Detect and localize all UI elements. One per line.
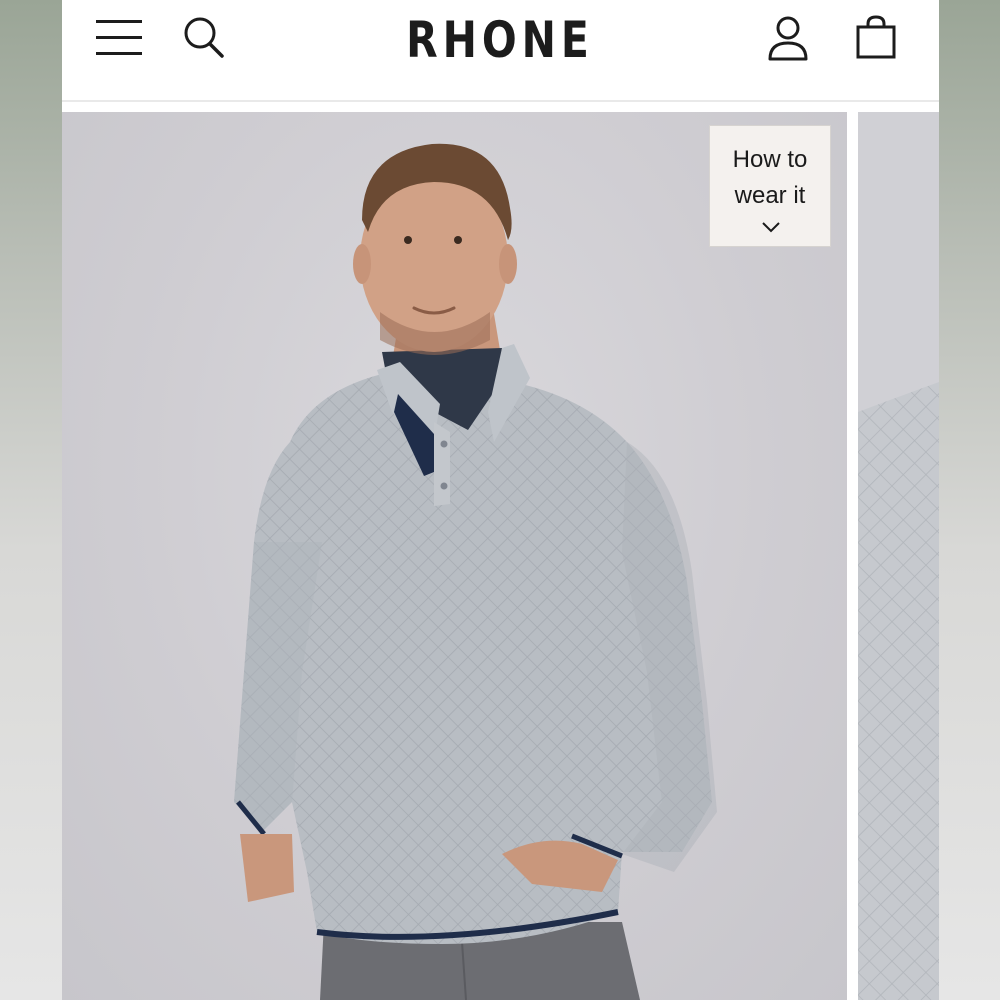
product-image-next[interactable] — [858, 112, 939, 1000]
top-navigation-bar: RHONE — [62, 0, 939, 100]
hamburger-menu-icon[interactable] — [96, 16, 142, 58]
product-image-gallery[interactable]: How to wear it — [62, 112, 939, 1000]
how-to-wear-it-button[interactable]: How to wear it — [709, 125, 831, 247]
brand-logo[interactable]: RHONE — [346, 8, 654, 72]
chevron-down-icon — [762, 222, 780, 233]
shopping-bag-icon[interactable] — [854, 14, 898, 60]
header-divider — [62, 100, 939, 102]
user-icon[interactable] — [766, 14, 810, 62]
fabric-detail-photo — [858, 112, 939, 1000]
how-to-wear-it-label-line2: wear it — [734, 182, 806, 209]
how-to-wear-it-label-line1: How to — [732, 146, 808, 173]
app-frame: RHONE How to wear it — [62, 0, 939, 1000]
search-icon[interactable] — [182, 14, 226, 60]
product-image-main[interactable]: How to wear it — [62, 112, 847, 1000]
